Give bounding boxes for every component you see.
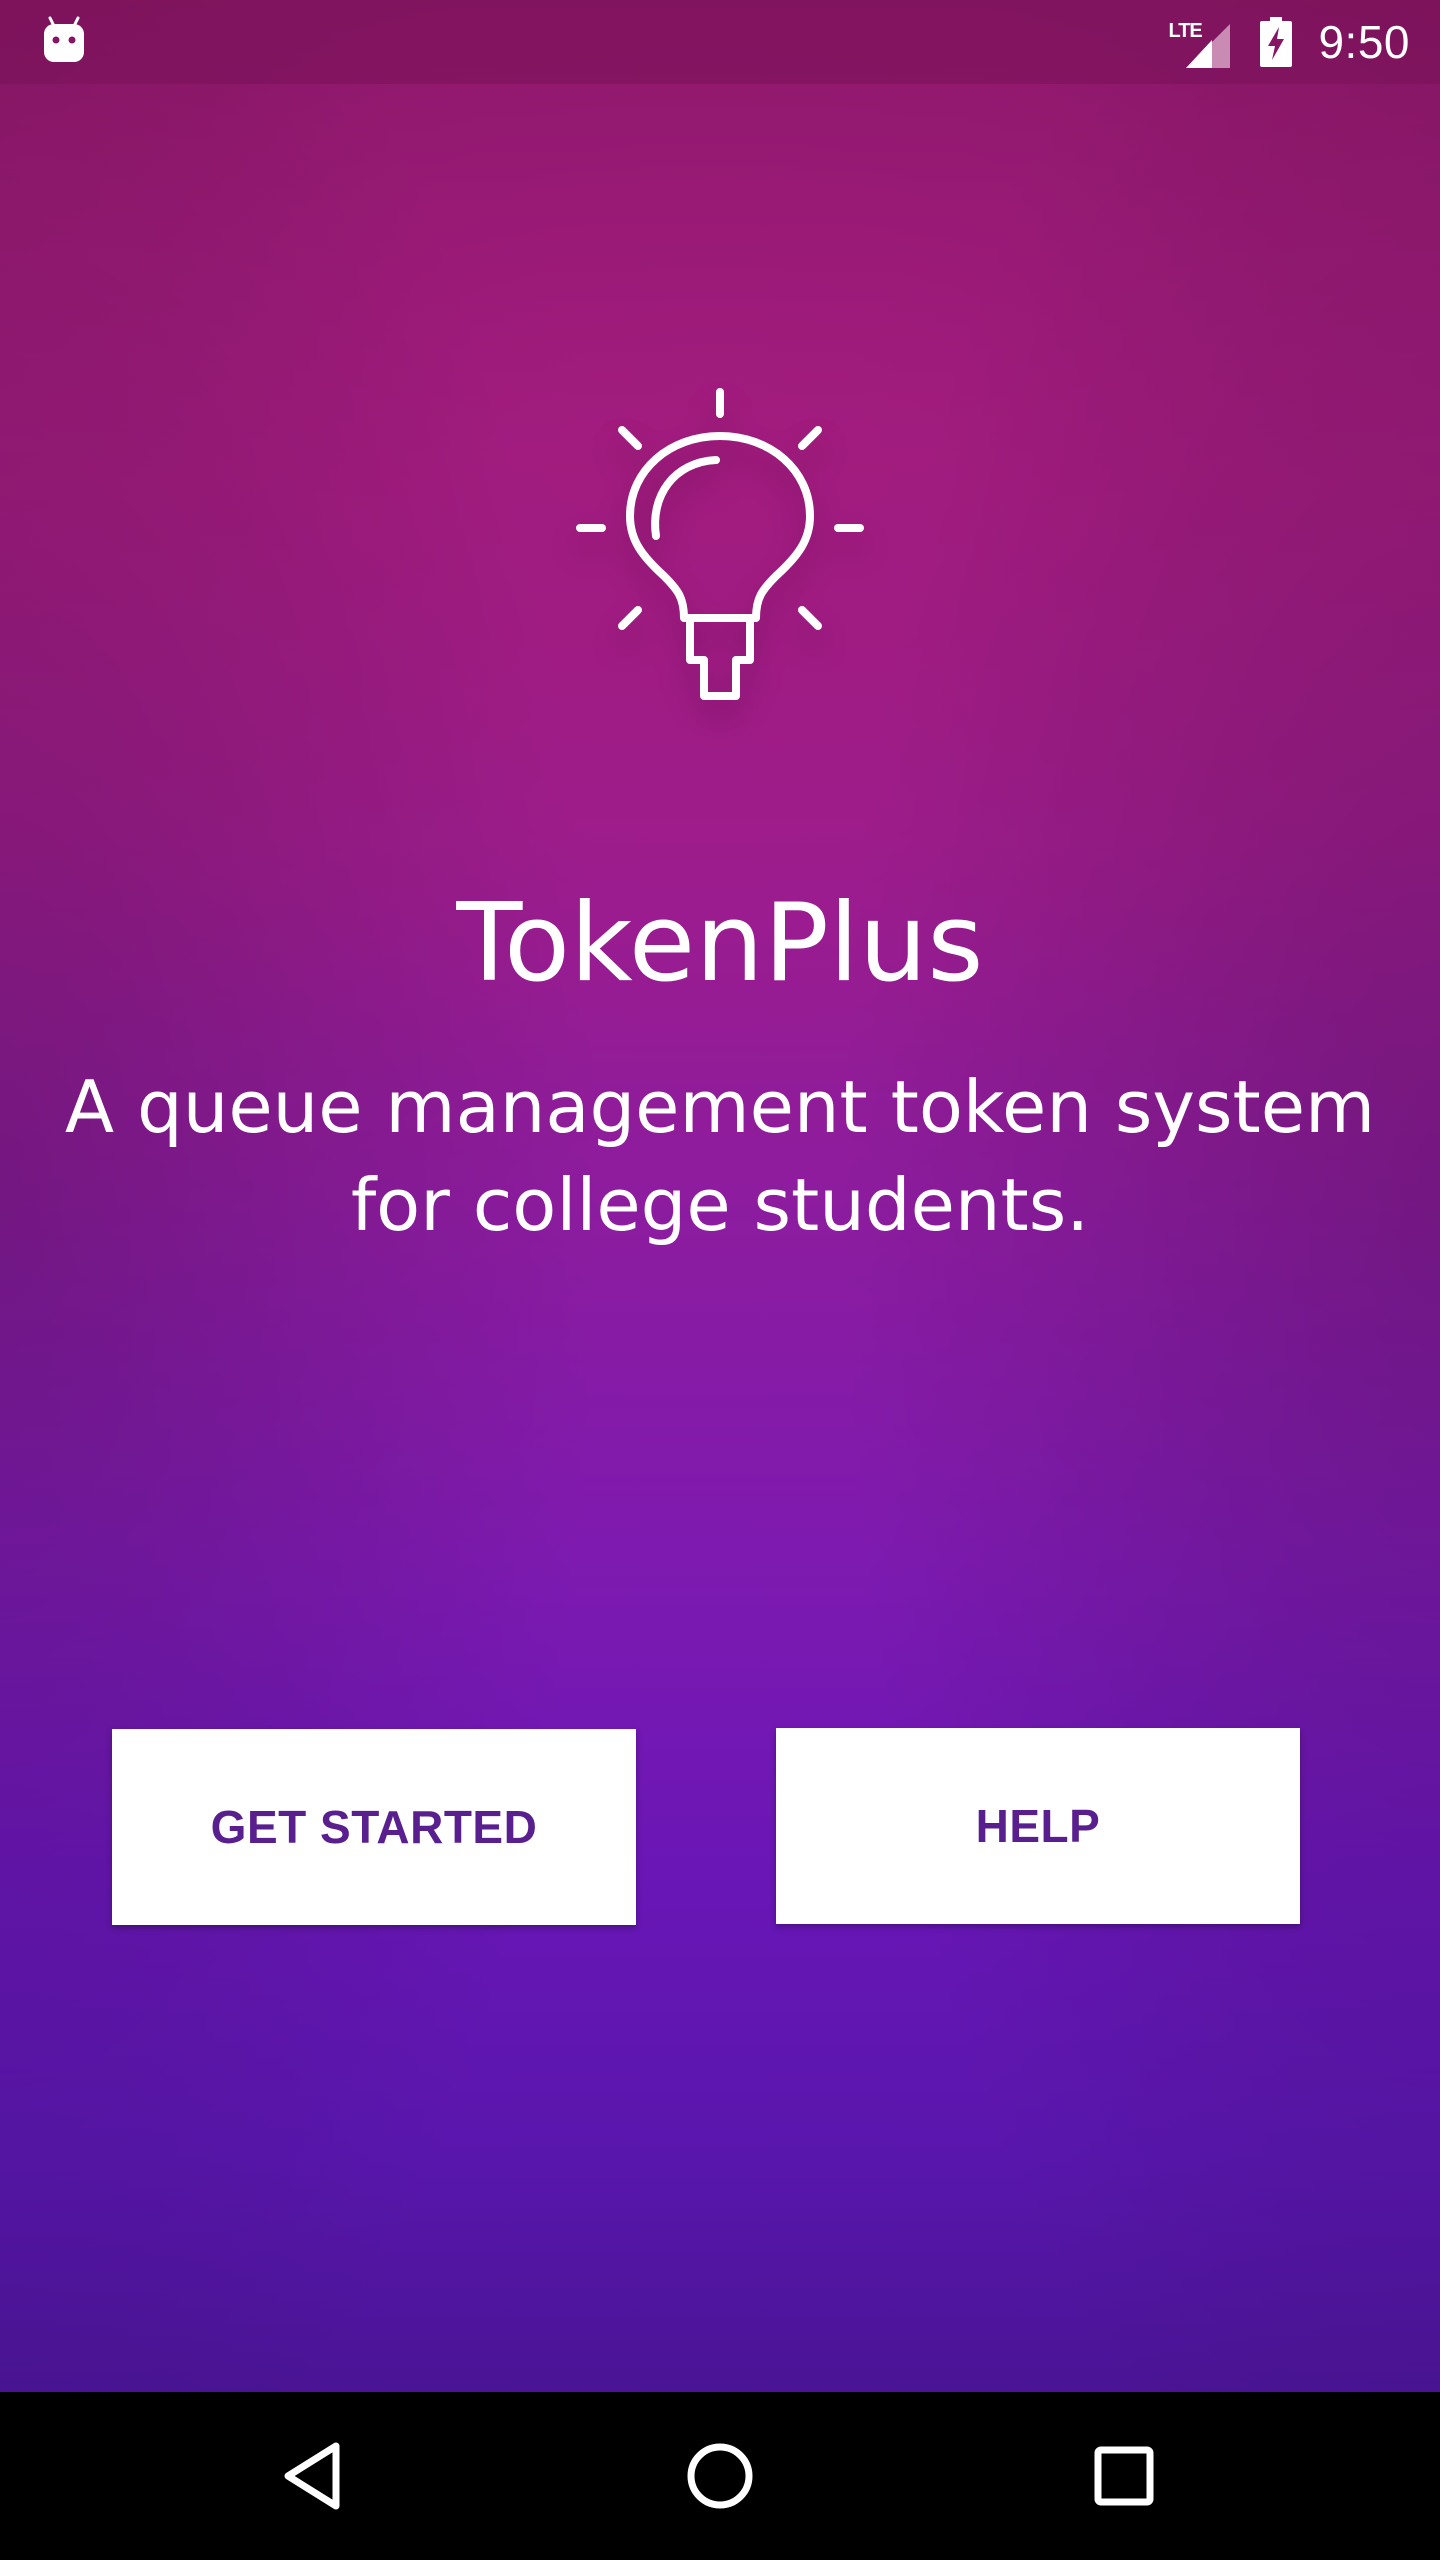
android-notification-icon	[40, 14, 88, 70]
battery-charging-icon	[1260, 17, 1293, 67]
back-triangle-icon	[284, 2442, 340, 2510]
status-bar: LTE 9:50	[0, 0, 1440, 84]
clock: 9:50	[1318, 16, 1410, 68]
home-button[interactable]	[670, 2426, 770, 2526]
home-circle-icon	[687, 2443, 753, 2509]
cell-signal-icon: LTE	[1168, 14, 1232, 70]
lightbulb-icon	[560, 370, 880, 750]
recents-square-icon	[1094, 2446, 1154, 2506]
welcome-screen: LTE 9:50 TokenPlus A queue management to…	[0, 0, 1440, 2392]
app-title: TokenPlus	[456, 881, 984, 1006]
get-started-button[interactable]: GET STARTED	[112, 1729, 636, 1925]
status-icons: LTE 9:50	[1168, 0, 1410, 84]
app-tagline: A queue management token system for coll…	[40, 1058, 1400, 1254]
navigation-bar	[0, 2392, 1440, 2560]
recents-button[interactable]	[1074, 2426, 1174, 2526]
tagline-line-2: for college students.	[350, 1163, 1090, 1247]
tagline-line-1: A queue management token system	[64, 1065, 1376, 1149]
help-button[interactable]: HELP	[776, 1728, 1300, 1924]
back-button[interactable]	[266, 2426, 366, 2526]
